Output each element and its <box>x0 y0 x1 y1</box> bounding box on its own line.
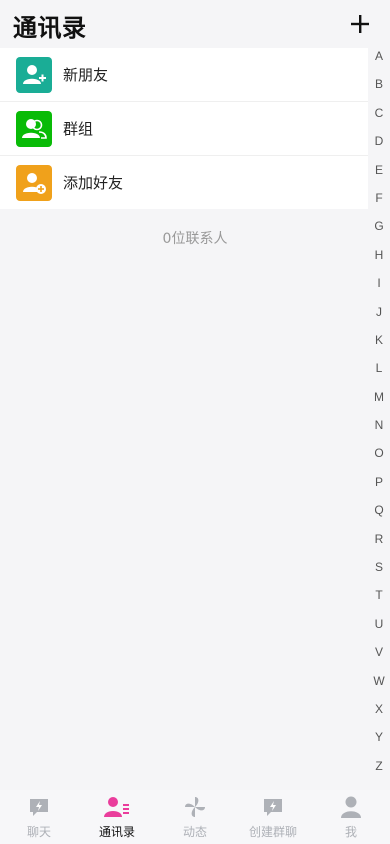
chat-bolt-icon <box>26 794 52 820</box>
page-title: 通讯录 <box>13 14 87 42</box>
contact-count: 0位联系人 <box>162 231 228 247</box>
add-friend-label: 添加好友 <box>63 174 124 192</box>
index-letter-v[interactable]: V <box>375 642 383 670</box>
tab-create-group[interactable]: 创建群聊 <box>234 790 312 844</box>
index-letter-y[interactable]: Y <box>375 727 383 755</box>
function-list: 新朋友 群组 添加好友 <box>0 48 368 209</box>
index-letter-b[interactable]: B <box>375 74 383 102</box>
index-letter-j[interactable]: J <box>376 302 382 330</box>
chat-bolt-icon <box>260 794 286 820</box>
tab-chat-label: 聊天 <box>26 825 51 839</box>
index-letter-m[interactable]: M <box>374 387 384 415</box>
tab-contacts[interactable]: 通讯录 <box>78 790 156 844</box>
index-letter-g[interactable]: G <box>374 216 383 244</box>
index-letter-t[interactable]: T <box>375 585 382 613</box>
alphabet-index-bar[interactable]: ABCDEFGHIJKLMNOPQRSTUVWXYZ <box>368 46 390 784</box>
header: 通讯录 <box>0 0 390 48</box>
tab-create-group-label: 创建群聊 <box>248 825 297 839</box>
tab-moments[interactable]: 动态 <box>156 790 234 844</box>
user-plus-circle-icon <box>16 164 52 201</box>
groups-item[interactable]: 群组 <box>0 101 368 155</box>
index-letter-r[interactable]: R <box>375 529 384 557</box>
add-button[interactable] <box>348 12 372 36</box>
tab-moments-label: 动态 <box>182 825 207 839</box>
user-add-icon <box>16 56 52 93</box>
group-icon <box>16 110 52 147</box>
index-letter-l[interactable]: L <box>376 358 383 386</box>
tab-me-label: 我 <box>344 825 357 839</box>
index-letter-c[interactable]: C <box>375 103 384 131</box>
new-friends-label: 新朋友 <box>63 66 109 84</box>
add-friend-item[interactable]: 添加好友 <box>0 155 368 209</box>
index-letter-n[interactable]: N <box>375 415 384 443</box>
contacts-icon <box>104 794 130 820</box>
index-letter-k[interactable]: K <box>375 330 383 358</box>
plus-icon <box>351 15 369 33</box>
tab-contacts-label: 通讯录 <box>98 825 135 839</box>
pinwheel-icon <box>182 794 208 820</box>
index-letter-d[interactable]: D <box>375 131 384 159</box>
tab-chat[interactable]: 聊天 <box>0 790 78 844</box>
index-letter-a[interactable]: A <box>375 46 383 74</box>
index-letter-h[interactable]: H <box>375 245 384 273</box>
index-letter-e[interactable]: E <box>375 160 383 188</box>
new-friends-item[interactable]: 新朋友 <box>0 48 368 101</box>
index-letter-x[interactable]: X <box>375 699 383 727</box>
index-letter-i[interactable]: I <box>377 273 380 301</box>
index-letter-f[interactable]: F <box>375 188 382 216</box>
groups-label: 群组 <box>63 120 94 138</box>
index-letter-u[interactable]: U <box>375 614 384 642</box>
person-icon <box>338 794 364 820</box>
contacts-screen: 通讯录 新朋友 群组 添加好友 0位联系人 A B C D E F G H I … <box>0 0 390 844</box>
tab-bar: 聊天 通讯录 动态 创建群聊 我 <box>0 790 390 844</box>
index-letter-p[interactable]: P <box>375 472 383 500</box>
index-letter-q[interactable]: Q <box>374 500 383 528</box>
index-letter-s[interactable]: S <box>375 557 383 585</box>
index-letter-z[interactable]: Z <box>375 756 382 784</box>
index-letter-w[interactable]: W <box>373 671 384 699</box>
index-letter-o[interactable]: O <box>374 443 383 471</box>
tab-me[interactable]: 我 <box>312 790 390 844</box>
